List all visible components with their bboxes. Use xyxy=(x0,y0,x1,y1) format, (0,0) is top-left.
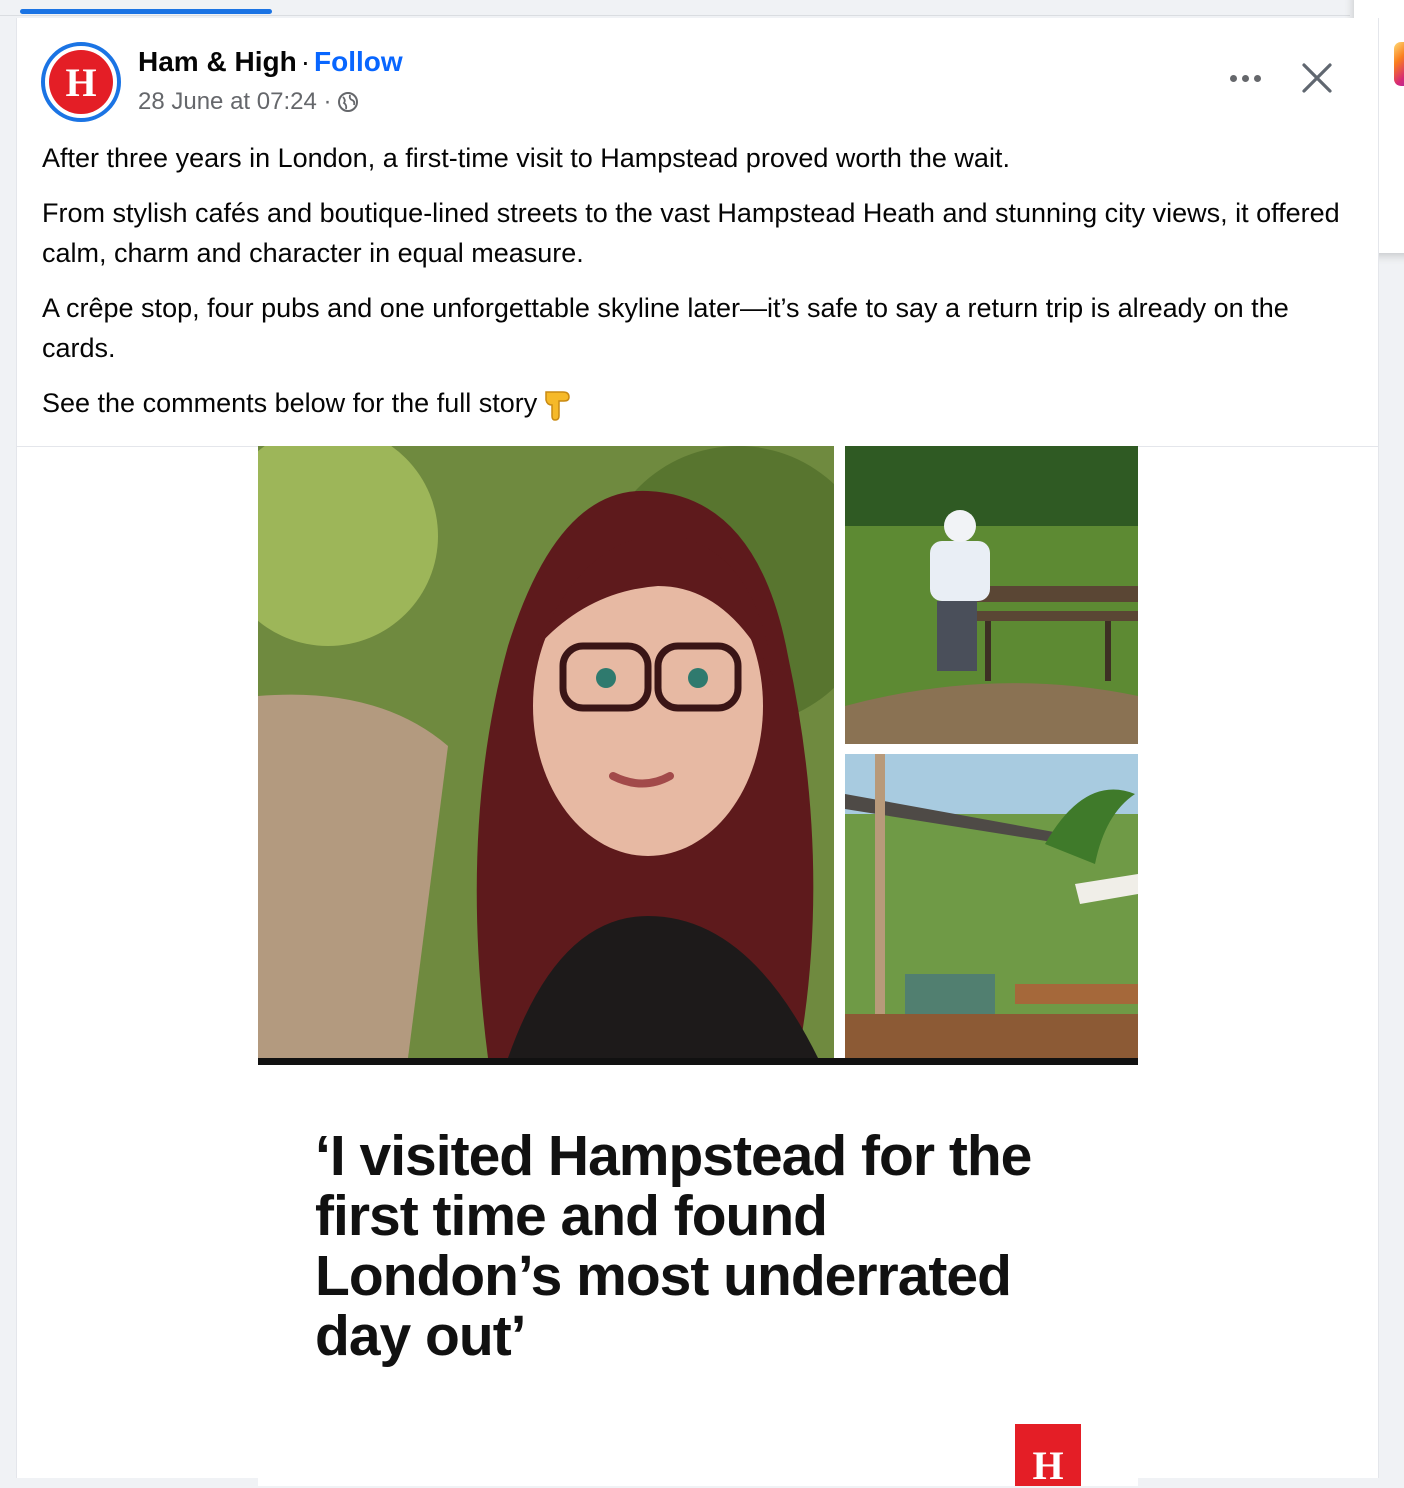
post-header: Ham & High · Follow xyxy=(138,46,403,78)
page-name-link[interactable]: Ham & High xyxy=(138,46,297,77)
more-options-icon[interactable] xyxy=(1223,68,1267,88)
post-card: H Ham & High · Follow 28 June at 07:24 · A… xyxy=(16,18,1379,1486)
pointing-down-emoji xyxy=(545,391,570,421)
portrait-illustration xyxy=(258,446,834,1058)
top-divider xyxy=(0,15,1350,16)
brand-logo-letter: H xyxy=(1032,1443,1064,1488)
post-image[interactable]: ‘I visited Hampstead for the first time … xyxy=(258,446,1138,1486)
pub-garden-photo xyxy=(845,754,1138,1058)
caption-paragraph-2: From stylish cafés and boutique-lined st… xyxy=(42,198,1340,268)
globe-icon xyxy=(338,92,359,112)
active-tab-indicator xyxy=(20,9,272,14)
name-separator: · xyxy=(300,46,311,77)
instagram-icon[interactable] xyxy=(1394,42,1404,86)
portrait-photo xyxy=(258,446,834,1058)
caption-paragraph-1: After three years in London, a first-tim… xyxy=(42,143,1010,173)
caption-paragraph-4: See the comments below for the full stor… xyxy=(42,383,1352,423)
post-caption: After three years in London, a first-tim… xyxy=(42,138,1352,438)
page-avatar[interactable]: H xyxy=(41,42,121,122)
article-headline: ‘I visited Hampstead for the first time … xyxy=(315,1124,1032,1368)
brand-logo: H xyxy=(1015,1424,1081,1486)
page-logo: H xyxy=(49,50,113,114)
follow-button[interactable]: Follow xyxy=(314,46,403,77)
avatar-letter: H xyxy=(65,60,97,105)
caption-paragraph-3: A crêpe stop, four pubs and one unforget… xyxy=(42,293,1289,363)
bench-photo xyxy=(845,446,1138,744)
pub-garden-illustration xyxy=(845,754,1138,1058)
post-timestamp[interactable]: 28 June at 07:24 · xyxy=(138,88,331,116)
caption-paragraph-4-text: See the comments below for the full stor… xyxy=(42,388,538,418)
close-icon[interactable] xyxy=(1299,60,1335,96)
post-meta: 28 June at 07:24 · xyxy=(138,88,359,116)
image-bottom-bar xyxy=(258,1058,1138,1065)
bench-illustration xyxy=(845,446,1138,744)
